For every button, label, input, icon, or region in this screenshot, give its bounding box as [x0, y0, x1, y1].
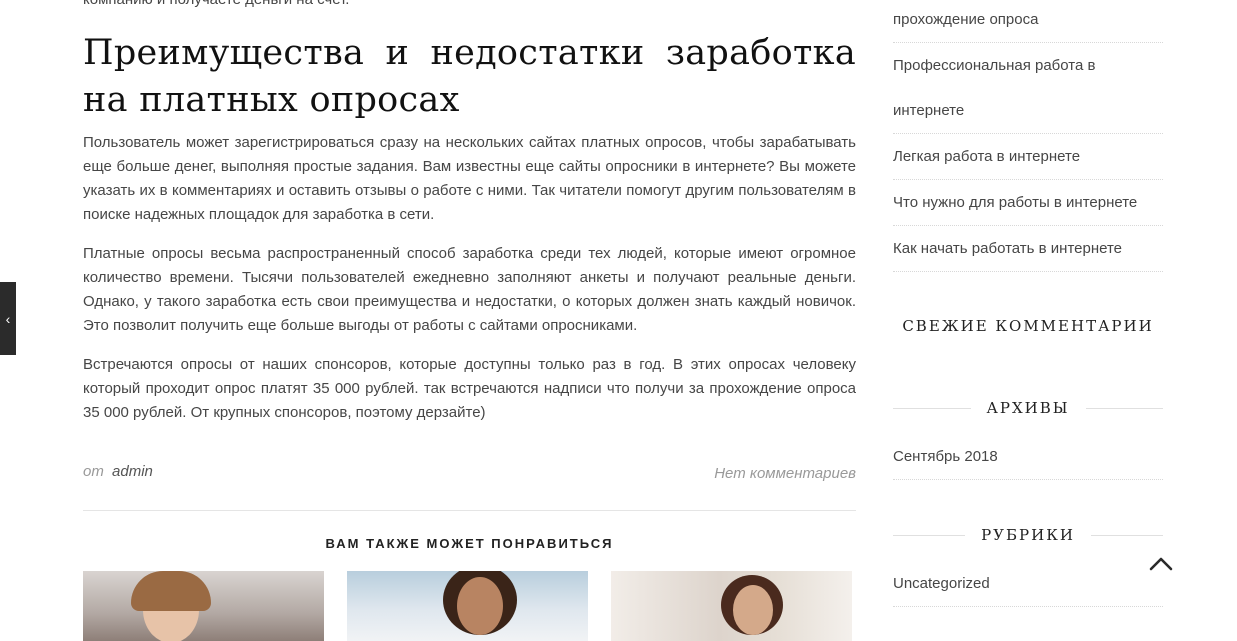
- author-link[interactable]: admin: [112, 463, 153, 480]
- widget-title-categories: РУБРИКИ: [893, 525, 1164, 545]
- sidebar-recent-post-link[interactable]: Что нужно для работы в интернете: [893, 191, 1163, 215]
- back-to-top-button[interactable]: [1148, 553, 1174, 573]
- chevron-left-icon: ‹: [5, 310, 11, 327]
- related-posts-title: ВАМ ТАКЖЕ МОЖЕТ ПОНРАВИТЬСЯ: [325, 536, 614, 551]
- prev-post-tab[interactable]: ‹: [0, 282, 16, 355]
- article-paragraph: Платные опросы весьма распространенный с…: [83, 245, 856, 334]
- divider: [893, 133, 1163, 134]
- sidebar-recent-post-link[interactable]: Легкая работа в интернете: [893, 145, 1163, 169]
- divider: [83, 510, 856, 511]
- widget-title-archives: АРХИВЫ: [893, 398, 1163, 418]
- section-heading: Преимущества и недостатки заработка на п…: [83, 33, 856, 120]
- related-post-thumbnail[interactable]: [611, 571, 852, 641]
- article-paragraph: Встречаются опросы от наших спонсоров, к…: [83, 356, 856, 421]
- divider: [893, 225, 1163, 226]
- comments-link[interactable]: Нет комментариев: [714, 465, 856, 482]
- sidebar-archive-link[interactable]: Сентябрь 2018: [893, 445, 1163, 469]
- author-prefix: от: [83, 463, 104, 480]
- divider: [893, 179, 1163, 180]
- chevron-up-icon: [1149, 557, 1173, 571]
- related-post-thumbnail[interactable]: [83, 571, 324, 641]
- article-paragraph: Пользователь может зарегистрироваться ср…: [83, 134, 856, 223]
- divider: [893, 271, 1163, 272]
- related-post-thumbnail[interactable]: [347, 571, 588, 641]
- sidebar-category-link[interactable]: Uncategorized: [893, 572, 1163, 596]
- divider: [893, 606, 1163, 607]
- widget-title-recent-comments: СВЕЖИЕ КОММЕНТАРИИ: [902, 317, 1154, 335]
- sidebar-recent-post-link[interactable]: Профессиональная работа в: [893, 54, 1163, 78]
- divider: [893, 479, 1163, 480]
- post-meta: от admin Нет комментариев: [83, 463, 856, 482]
- sidebar-recent-post-link[interactable]: Как начать работать в интернете: [893, 237, 1163, 261]
- sidebar-recent-post-link[interactable]: интернете: [893, 99, 1163, 123]
- previous-paragraph-fragment: компанию и получаете деньги на счет.: [83, 0, 856, 12]
- sidebar-recent-post-link[interactable]: прохождение опроса: [893, 8, 1163, 32]
- divider: [893, 42, 1163, 43]
